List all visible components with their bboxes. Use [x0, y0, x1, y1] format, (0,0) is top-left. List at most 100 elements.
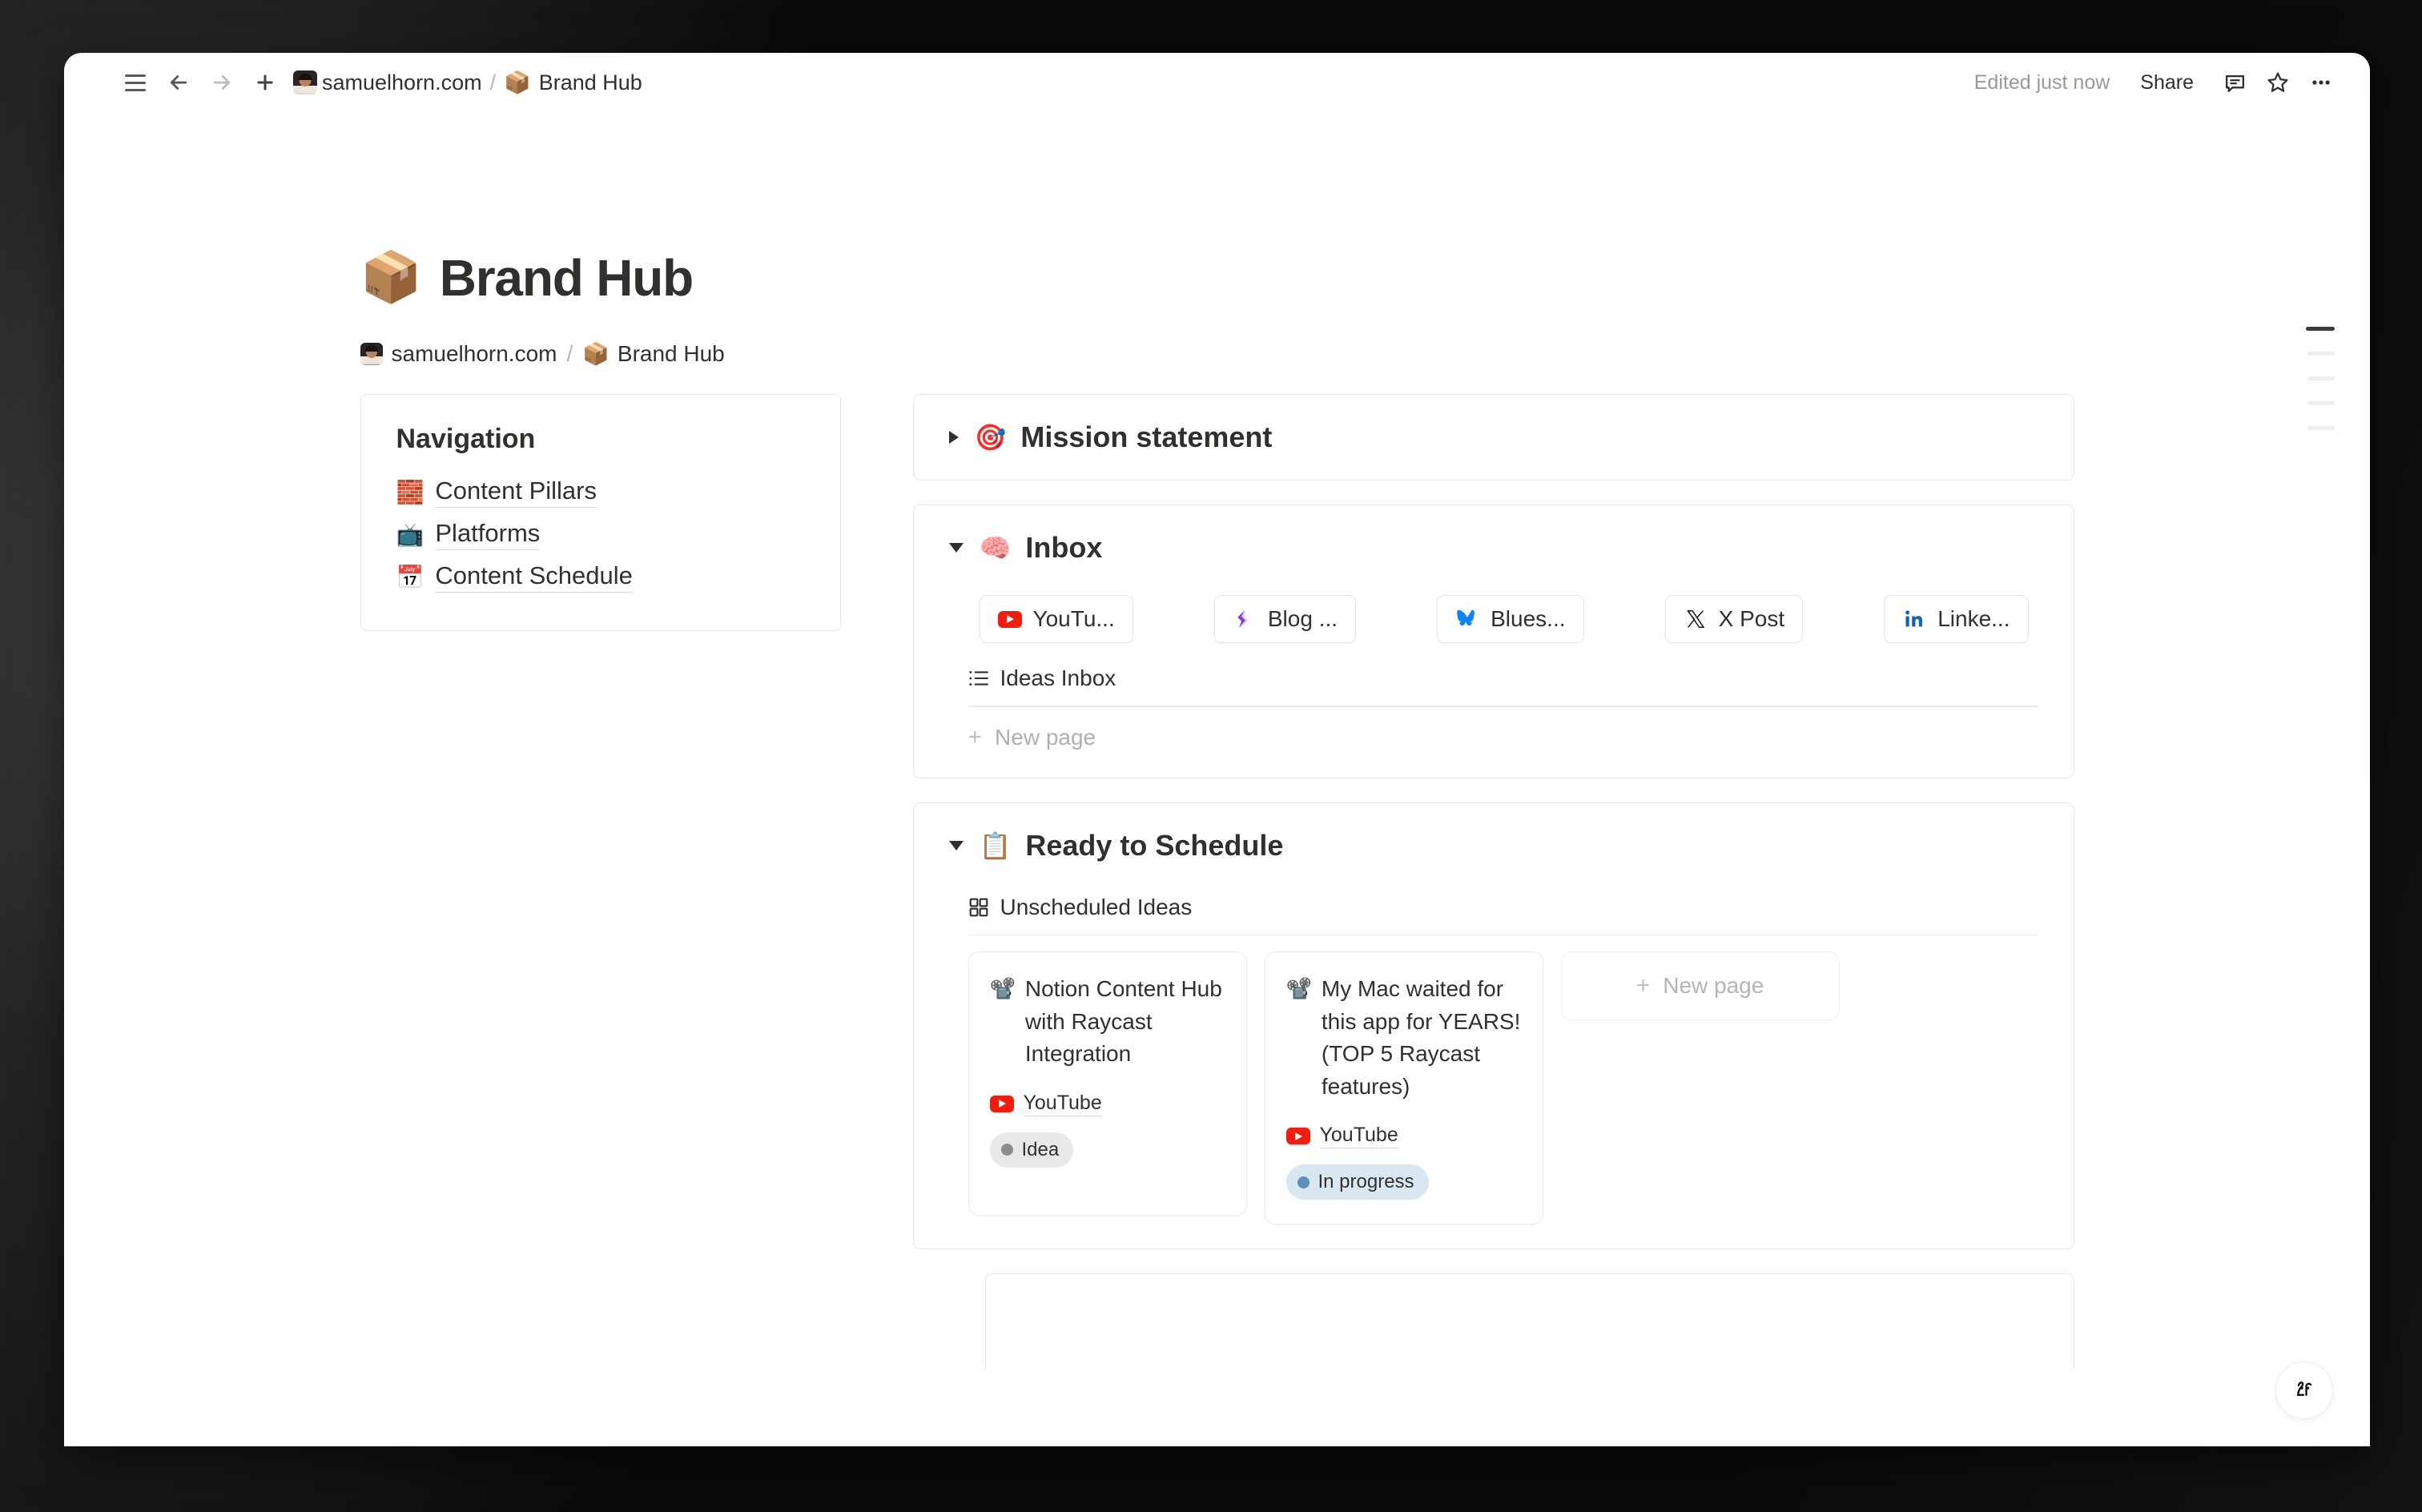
new-linkedin-button[interactable]: Linke... [1884, 595, 2028, 643]
section-mission-statement: 🎯 Mission statement [913, 394, 2074, 481]
section-ready-to-schedule-body: Unscheduled Ideas 📽️ Notion Content Hub … [914, 888, 2074, 1249]
avatar[interactable] [293, 70, 317, 94]
outline-dash[interactable] [2307, 376, 2335, 380]
ellipsis-icon[interactable] [2299, 61, 2343, 104]
idea-card[interactable]: 📽️ Notion Content Hub with Raycast Integ… [968, 951, 1247, 1216]
page-title-row: 📦 Brand Hub [208, 248, 2227, 308]
outline-rail[interactable] [2306, 327, 2335, 430]
package-icon[interactable]: 📦 [360, 253, 422, 303]
idea-card-title: Notion Content Hub with Raycast Integrat… [1025, 973, 1225, 1071]
status-dot-icon [1298, 1176, 1310, 1188]
sidebar-item-label: Content Schedule [435, 561, 632, 593]
status-badge[interactable]: Idea [990, 1132, 1074, 1168]
button-label: Blues... [1491, 606, 1565, 632]
section-inbox: 🧠 Inbox YouTu... [913, 505, 2074, 778]
page-content: 📦 Brand Hub samuelhorn.com / 📦 Brand Hub… [208, 112, 2227, 1369]
section-title: Ready to Schedule [1025, 829, 1283, 863]
columns-layout: Navigation 🧱 Content Pillars 📺 Platforms… [208, 394, 2227, 1273]
database-link-unscheduled-ideas[interactable]: Unscheduled Ideas [968, 888, 2038, 935]
plus-icon[interactable] [243, 61, 287, 104]
clipboard-icon: 📋 [980, 833, 1012, 859]
share-button[interactable]: Share [2130, 65, 2203, 101]
sidebar-item-label: Content Pillars [435, 477, 597, 508]
chevron-down-icon[interactable] [949, 841, 964, 850]
platform-label: YouTube [1024, 1092, 1102, 1116]
new-page-label: New page [995, 725, 1096, 750]
status-dot-icon [1001, 1144, 1013, 1156]
ellipsis-icon-glyph [2309, 70, 2333, 94]
plus-icon: + [1636, 974, 1651, 998]
breadcrumb-page-link[interactable]: Brand Hub [618, 341, 725, 367]
sidebar-item-label: Platforms [435, 519, 540, 550]
breadcrumb-slash: / [566, 341, 573, 367]
outline-dash[interactable] [2307, 401, 2335, 405]
idea-card-platform[interactable]: YouTube [990, 1092, 1225, 1116]
edited-status: Edited just now [1974, 71, 2110, 94]
section-title: Inbox [1025, 531, 1102, 565]
film-projector-icon: 📽️ [1286, 973, 1312, 1103]
calendar-icon: 📅 [396, 566, 424, 589]
idea-card[interactable]: 📽️ My Mac waited for this app for YEARS!… [1265, 951, 1543, 1224]
status-badge[interactable]: In progress [1286, 1164, 1429, 1200]
page-scroll-area[interactable]: 📦 Brand Hub samuelhorn.com / 📦 Brand Hub… [64, 112, 2370, 1446]
button-label: X Post [1719, 606, 1784, 632]
sidebar-item-content-pillars[interactable]: 🧱 Content Pillars [396, 471, 805, 513]
new-bluesky-button[interactable]: Blues... [1437, 595, 1583, 643]
database-link-ideas-inbox[interactable]: Ideas Inbox [968, 659, 2038, 706]
sidebar-item-platforms[interactable]: 📺 Platforms [396, 513, 805, 556]
button-label: YouTu... [1033, 606, 1115, 632]
outline-dash[interactable] [2307, 352, 2335, 356]
comment-icon-glyph [2223, 70, 2247, 95]
section-mission-statement-header[interactable]: 🎯 Mission statement [914, 395, 2074, 480]
plus-icon: + [968, 726, 983, 750]
bricks-icon: 🧱 [396, 481, 424, 504]
grid-icon [968, 897, 989, 918]
new-blog-button[interactable]: Blog ... [1214, 595, 1356, 643]
section-card-partial[interactable] [985, 1273, 2074, 1369]
page-title[interactable]: Brand Hub [440, 248, 693, 308]
idea-card-title-row: 📽️ Notion Content Hub with Raycast Integ… [990, 973, 1225, 1071]
target-icon: 🎯 [975, 424, 1007, 450]
breadcrumb-page[interactable]: Brand Hub [539, 70, 642, 95]
top-bar: samuelhorn.com / 📦 Brand Hub Edited just… [64, 53, 2370, 112]
breadcrumb-workspace-link[interactable]: samuelhorn.com [392, 341, 557, 367]
arrow-left-icon[interactable] [157, 61, 200, 104]
linkedin-icon [1902, 607, 1926, 631]
idea-card-title: My Mac waited for this app for YEARS! (T… [1322, 973, 1522, 1103]
arrow-right-icon[interactable] [200, 61, 243, 104]
notion-ai-button[interactable] [2275, 1361, 2333, 1419]
section-title: Mission statement [1020, 420, 1272, 454]
bluesky-icon [1455, 607, 1479, 631]
arrow-left-icon-glyph [167, 70, 191, 94]
chevron-down-icon[interactable] [949, 543, 964, 553]
new-page-button[interactable]: + New page [968, 707, 2038, 754]
comment-icon[interactable] [2213, 61, 2256, 104]
left-column: Navigation 🧱 Content Pillars 📺 Platforms… [360, 394, 841, 1273]
breadcrumb: samuelhorn.com / 📦 Brand Hub [208, 341, 2227, 367]
sidebar-item-content-schedule[interactable]: 📅 Content Schedule [396, 556, 805, 598]
breadcrumb-workspace[interactable]: samuelhorn.com [322, 70, 482, 95]
hamburger-icon[interactable] [114, 61, 157, 104]
database-link-label: Ideas Inbox [1000, 666, 1116, 691]
new-youtube-button[interactable]: YouTu... [980, 595, 1133, 643]
new-page-card-button[interactable]: + New page [1561, 951, 1840, 1020]
button-label: Blog ... [1268, 606, 1338, 632]
outline-dash-active[interactable] [2306, 327, 2335, 331]
new-page-label: New page [1663, 973, 1764, 999]
new-x-post-button[interactable]: X Post [1665, 595, 1803, 643]
notion-ai-face-icon [2289, 1375, 2319, 1405]
section-ready-to-schedule-header[interactable]: 📋 Ready to Schedule [914, 803, 2074, 888]
blog-icon [1233, 607, 1257, 631]
breadcrumb-separator: / [490, 70, 497, 95]
idea-card-platform[interactable]: YouTube [1286, 1124, 1522, 1148]
star-icon[interactable] [2256, 61, 2299, 104]
youtube-icon [998, 607, 1022, 631]
outline-dash[interactable] [2307, 426, 2335, 430]
chevron-right-icon[interactable] [949, 431, 959, 444]
x-icon [1684, 607, 1708, 631]
status-label: In progress [1318, 1171, 1414, 1193]
bluesky-icon-glyph [1456, 609, 1479, 629]
navigation-card: Navigation 🧱 Content Pillars 📺 Platforms… [360, 394, 841, 631]
section-inbox-header[interactable]: 🧠 Inbox [914, 505, 2074, 590]
top-bar-left: samuelhorn.com / 📦 Brand Hub [114, 61, 642, 104]
